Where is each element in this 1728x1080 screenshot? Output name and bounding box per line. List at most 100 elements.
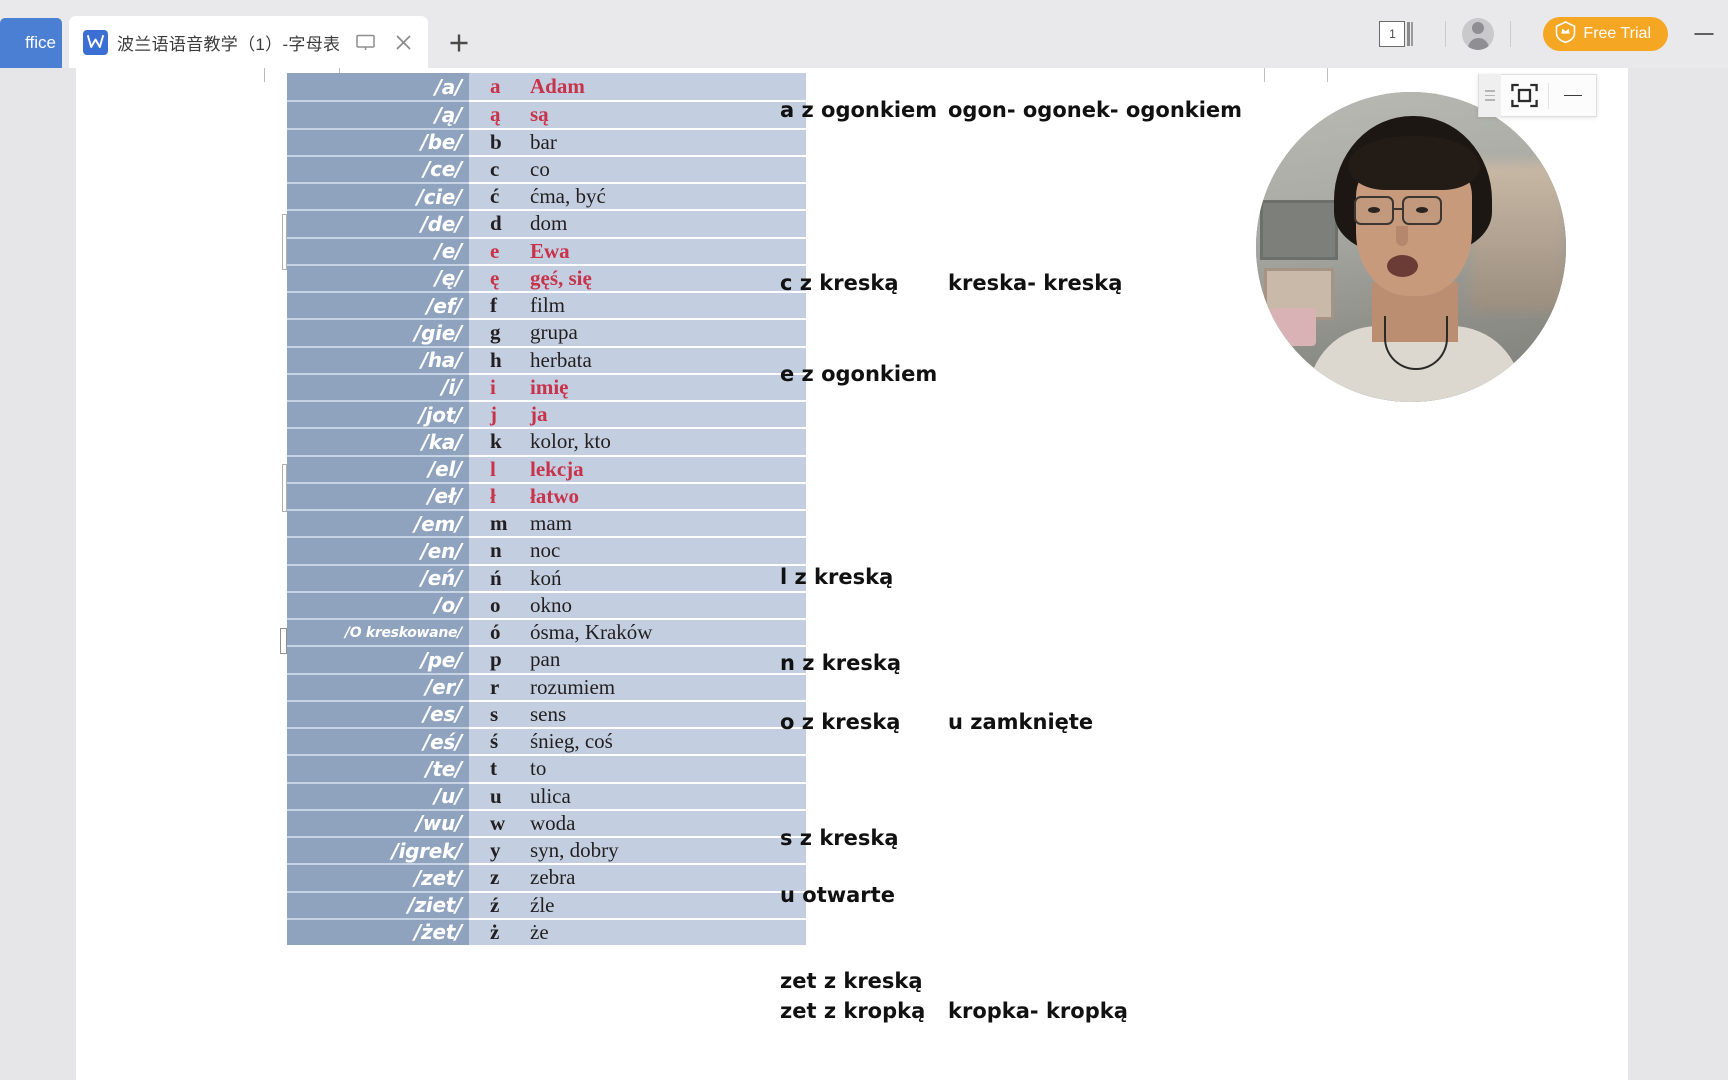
avatar[interactable] (1462, 18, 1495, 50)
alphabet-row[interactable]: /żet/ż że (287, 917, 806, 945)
letter-word-cell: d dom (469, 209, 806, 237)
phonetic-cell: /eń/ (287, 563, 469, 591)
document-tab-title: 波兰语语音教学（1）-字母表 (117, 34, 341, 54)
table-grip-left-lower[interactable] (280, 628, 287, 654)
phonetic-cell: /gie/ (287, 318, 469, 346)
letter-cell: ł (490, 483, 496, 508)
annotation-primary: s z kreską (780, 826, 899, 850)
wps-writer-icon (83, 29, 108, 55)
presenter-video-bubble[interactable] (1256, 92, 1566, 402)
alphabet-row[interactable]: /ha/h herbata (287, 345, 806, 373)
phonetic-cell: /er/ (287, 672, 469, 700)
letter-word-cell: k kolor, kto (469, 427, 806, 455)
phonetic-cell: /żet/ (287, 917, 469, 945)
new-tab-button[interactable] (442, 26, 476, 60)
letter-word-cell: s sens (469, 699, 806, 727)
example-word-cell: grupa (530, 320, 578, 345)
alphabet-row[interactable]: /te/t to (287, 754, 806, 782)
phonetic-cell: /ą/ (287, 100, 469, 128)
right-edge-strip (1716, 68, 1728, 1080)
example-word-cell: lekcja (530, 456, 584, 481)
polish-alphabet-table[interactable]: /a/a Adam/ą/ą są/be/b bar/ce/c co/cie/ć ćma, … (287, 73, 806, 945)
letter-word-cell: ł łatwo (469, 481, 806, 509)
phonetic-cell: /o/ (287, 590, 469, 618)
example-word-cell: woda (530, 810, 576, 835)
letter-cell: f (490, 293, 497, 318)
alphabet-row[interactable]: /cie/ć ćma, być (287, 182, 806, 210)
alphabet-row[interactable]: /ka/k kolor, kto (287, 427, 806, 455)
alphabet-row[interactable]: /ą/ą są (287, 100, 806, 128)
letter-word-cell: ń koń (469, 563, 806, 591)
alphabet-row[interactable]: /de/d dom (287, 209, 806, 237)
example-word-cell: koń (530, 565, 562, 590)
alphabet-row[interactable]: /pe/p pan (287, 645, 806, 673)
alphabet-row[interactable]: /igrek/y syn, dobry (287, 836, 806, 864)
presenter-nose (1396, 226, 1408, 246)
alphabet-row[interactable]: /be/b bar (287, 127, 806, 155)
minimize-dash-icon[interactable] (1549, 74, 1596, 117)
alphabet-row[interactable]: /es/s sens (287, 699, 806, 727)
alphabet-row[interactable]: /a/a Adam (287, 73, 806, 101)
example-word-cell: sens (530, 701, 567, 726)
letter-cell: m (490, 511, 508, 536)
letter-cell: c (490, 156, 500, 181)
annotation-line: l z kreską (780, 565, 893, 589)
alphabet-row[interactable]: /ce/c co (287, 154, 806, 182)
alphabet-row[interactable]: /u/u ulica (287, 781, 806, 809)
letter-word-cell: n noc (469, 536, 806, 564)
video-bubble-toolbar[interactable] (1478, 74, 1597, 117)
alphabet-row[interactable]: /eś/ś śnieg, coś (287, 727, 806, 755)
fullscreen-crop-icon[interactable] (1501, 74, 1548, 117)
phonetic-cell: /ce/ (287, 154, 469, 182)
letter-cell: u (490, 783, 502, 808)
alphabet-row[interactable]: /el/l lekcja (287, 454, 806, 482)
presenter-mouth (1387, 255, 1418, 277)
letter-cell: ś (490, 729, 499, 754)
letter-word-cell: h herbata (469, 345, 806, 373)
letter-word-cell: u ulica (469, 781, 806, 809)
letter-word-cell: t to (469, 754, 806, 782)
document-tab[interactable]: 波兰语语音教学（1）-字母表 (69, 16, 429, 68)
alphabet-row[interactable]: /ę/ę gęś, się (287, 263, 806, 291)
alphabet-row[interactable]: /O kreskowane/ó ósma, Kraków (287, 618, 806, 646)
letter-word-cell: g grupa (469, 318, 806, 346)
alphabet-row[interactable]: /o/o okno (287, 590, 806, 618)
alphabet-row[interactable]: /zet/z zebra (287, 863, 806, 891)
letter-cell: ć (490, 184, 500, 209)
letter-cell: p (490, 647, 502, 672)
alphabet-row[interactable]: /en/n noc (287, 536, 806, 564)
office-home-chip[interactable]: ffice (0, 18, 62, 68)
letter-cell: e (490, 238, 500, 263)
letter-cell: b (490, 129, 502, 154)
alphabet-row[interactable]: /gie/g grupa (287, 318, 806, 346)
letter-cell: t (490, 756, 497, 781)
free-trial-button[interactable]: Free Trial (1543, 17, 1668, 51)
alphabet-row[interactable]: /i/i imię (287, 372, 806, 400)
present-icon[interactable] (352, 29, 378, 55)
alphabet-row[interactable]: /jot/j ja (287, 400, 806, 428)
alphabet-row[interactable]: /eł/ł łatwo (287, 481, 806, 509)
drag-grip-icon[interactable] (1479, 74, 1501, 117)
letter-cell: ń (490, 565, 502, 590)
alphabet-row[interactable]: /eń/ń koń (287, 563, 806, 591)
page-count-badge[interactable]: 1 (1379, 21, 1414, 47)
example-word-cell: mam (530, 511, 572, 536)
alphabet-row[interactable]: /er/r rozumiem (287, 672, 806, 700)
alphabet-row[interactable]: /wu/w woda (287, 808, 806, 836)
webcam-shelf-object (1260, 200, 1338, 260)
phonetic-cell: /el/ (287, 454, 469, 482)
example-word-cell: Ewa (530, 238, 570, 263)
presenter-eye-left (1368, 207, 1380, 213)
letter-word-cell: ż że (469, 917, 806, 945)
minimize-button[interactable] (1690, 20, 1718, 48)
close-icon[interactable] (390, 29, 416, 55)
letter-cell: ą (490, 102, 501, 127)
phonetic-cell: /wu/ (287, 808, 469, 836)
alphabet-row[interactable]: /ef/f film (287, 291, 806, 319)
annotation-line: o z kreską u zamknięte (780, 710, 1093, 734)
alphabet-row[interactable]: /e/e Ewa (287, 236, 806, 264)
example-word-cell: gęś, się (530, 265, 592, 290)
alphabet-row[interactable]: /em/m mam (287, 509, 806, 537)
phonetic-cell: /pe/ (287, 645, 469, 673)
alphabet-row[interactable]: /ziet/ź źle (287, 890, 806, 918)
